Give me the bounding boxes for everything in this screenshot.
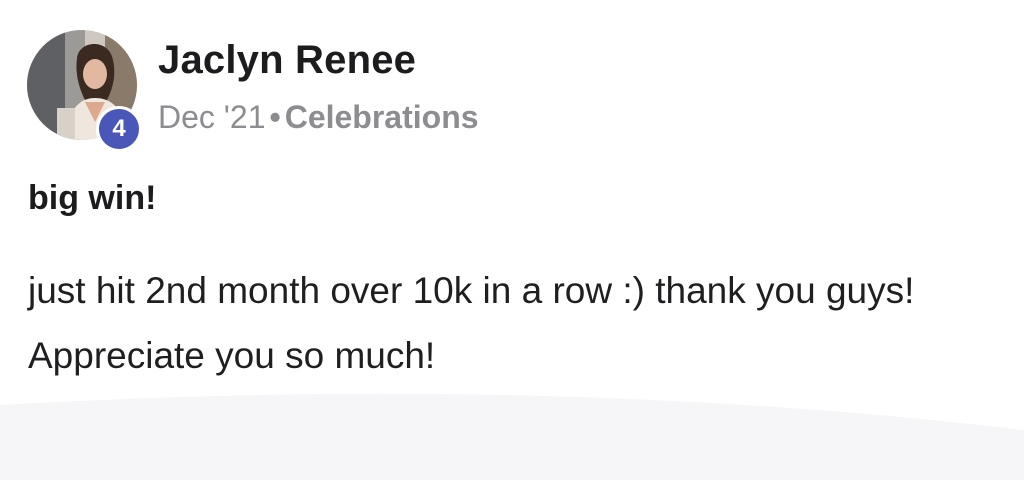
author-name[interactable]: Jaclyn Renee	[158, 36, 416, 84]
post-meta: Dec '21 • Celebrations	[158, 96, 479, 138]
post-body: just hit 2nd month over 10k in a row :) …	[28, 270, 915, 376]
meta-separator: •	[269, 99, 281, 135]
level-badge: 4	[96, 106, 142, 152]
post-category[interactable]: Celebrations	[285, 99, 479, 135]
post-title: big win!	[28, 179, 157, 217]
post-date[interactable]: Dec '21	[158, 99, 266, 135]
post-card: 4 Jaclyn Renee Dec '21 • Celebrations big …	[0, 0, 1024, 480]
author-avatar-container[interactable]: 4	[27, 30, 149, 152]
